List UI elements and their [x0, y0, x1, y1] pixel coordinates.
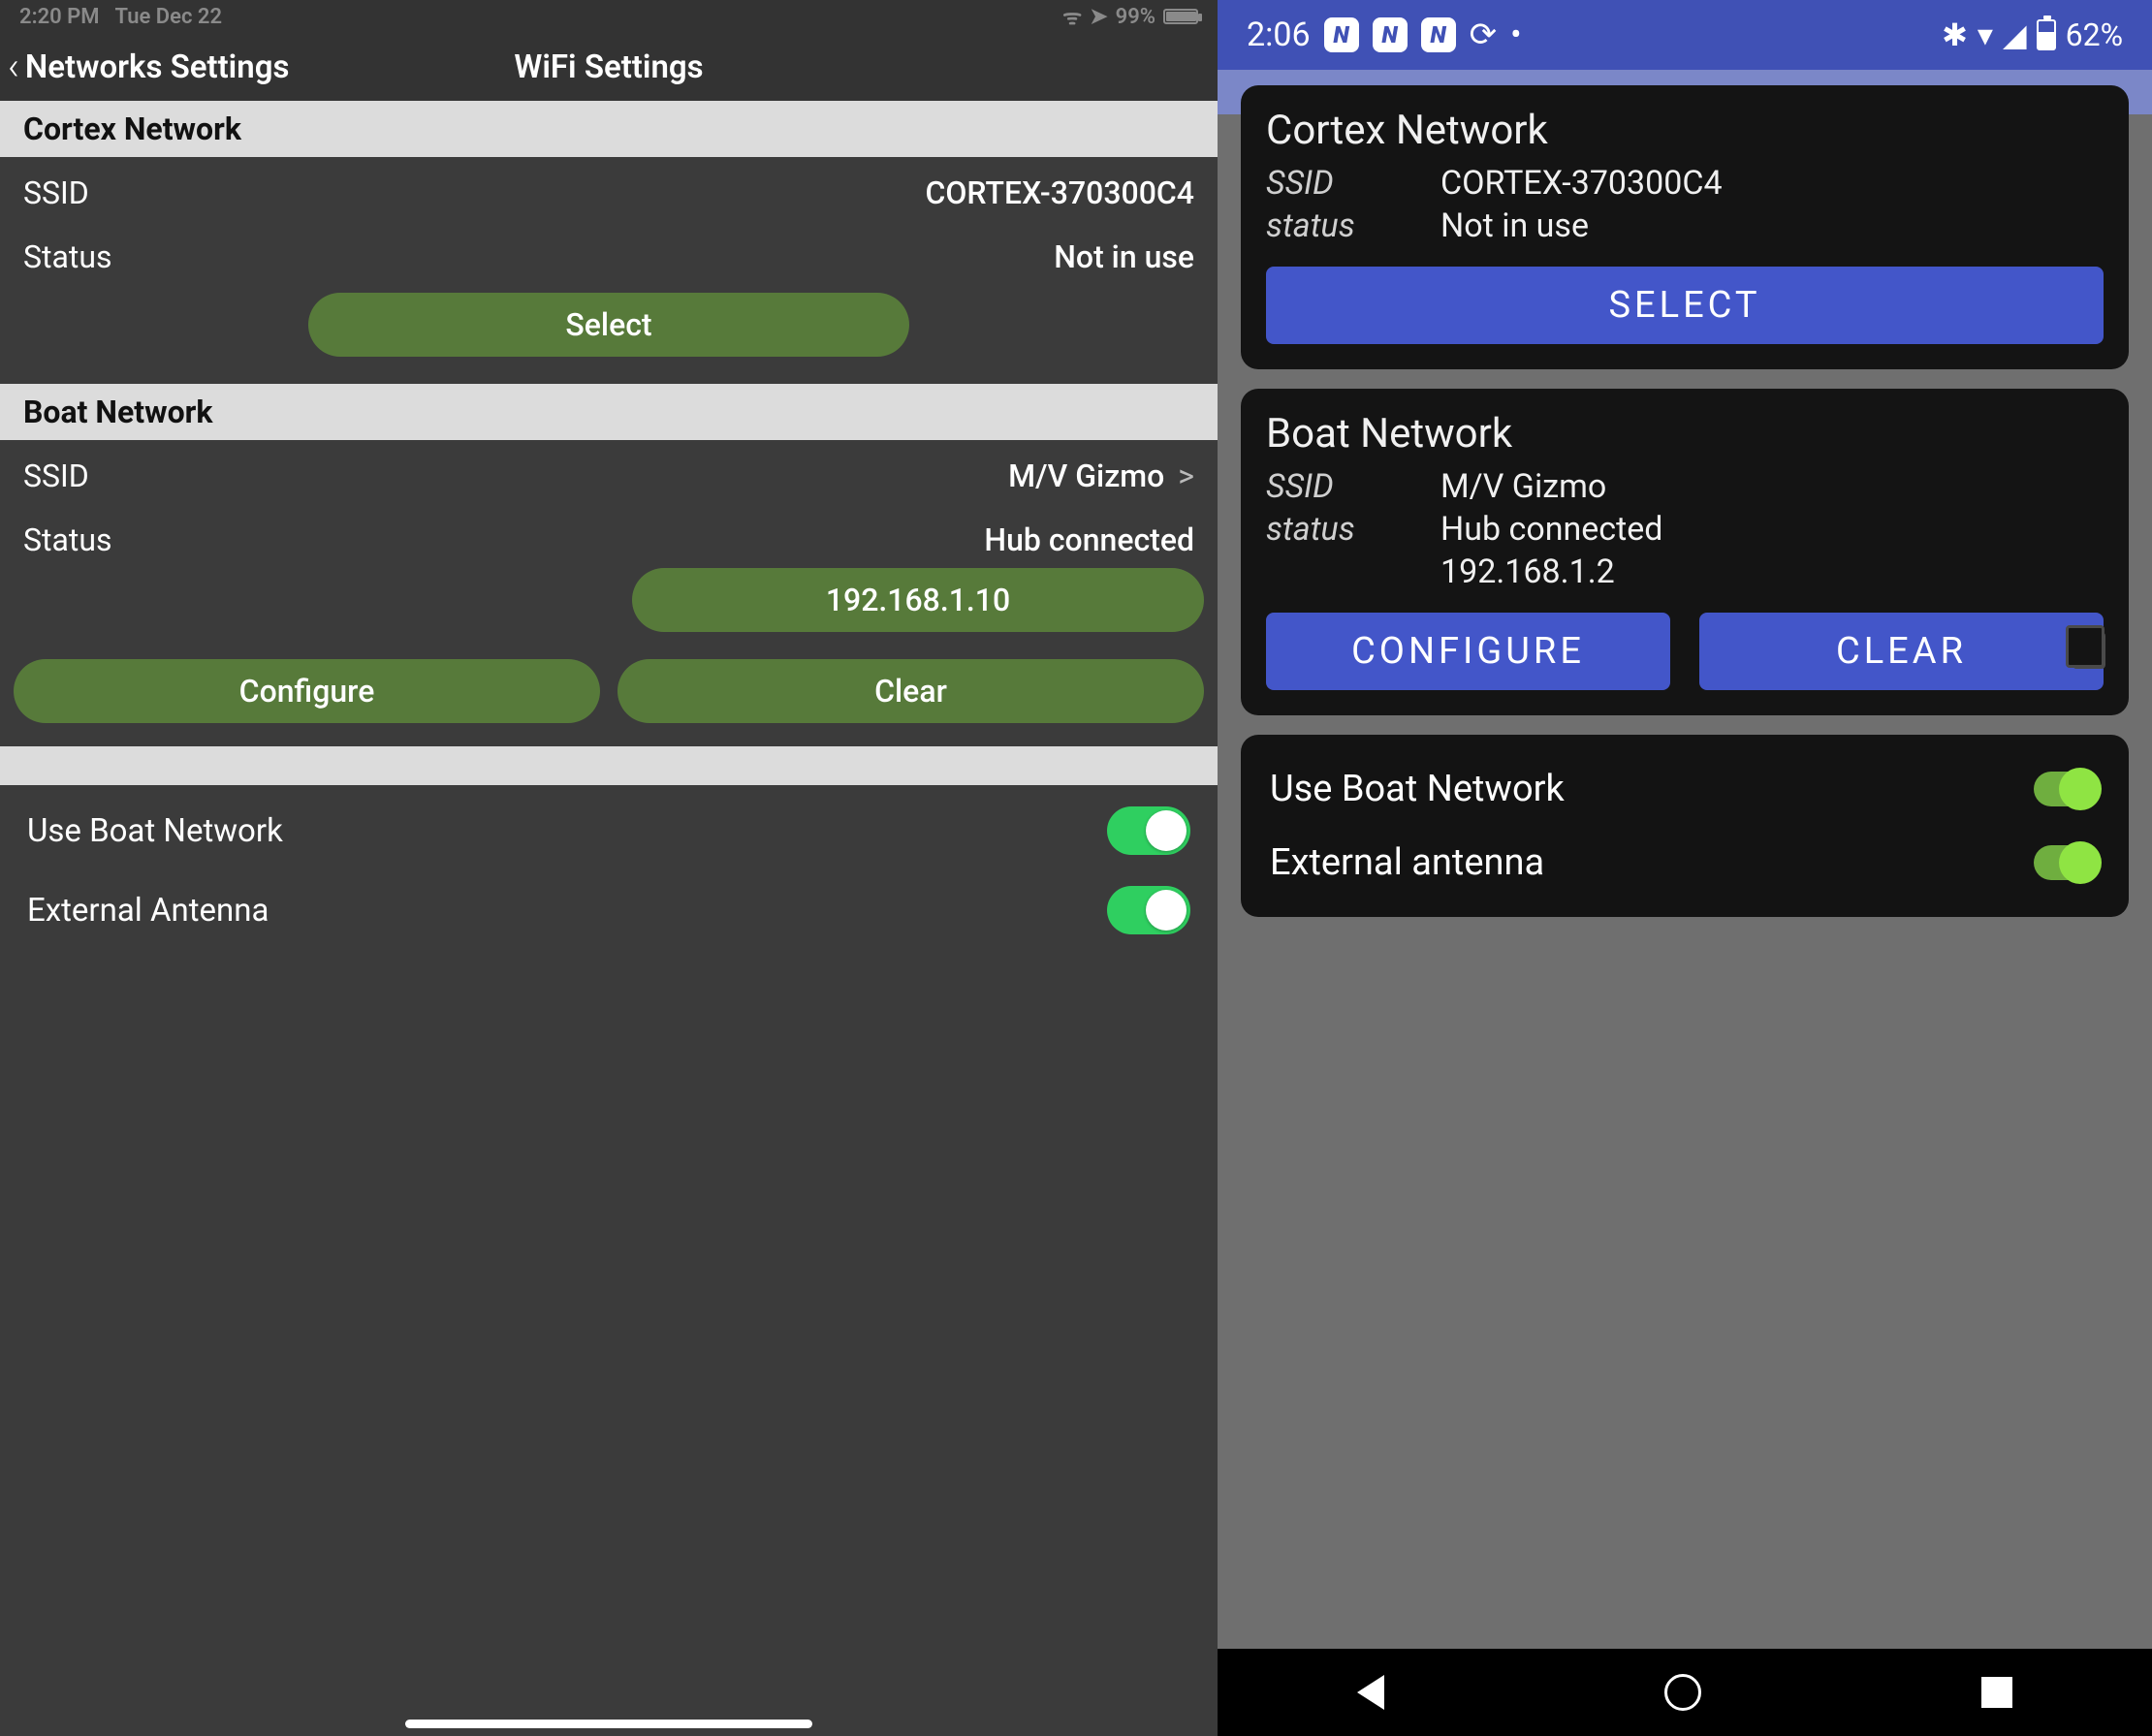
wifi-icon: ▾ — [1978, 16, 1993, 53]
navbar: ‹ Networks Settings WiFi Settings — [0, 33, 1218, 101]
nav-back-icon[interactable] — [1357, 1675, 1384, 1710]
location-icon: ➤ — [1090, 5, 1107, 29]
app-notification-icon: N — [1324, 17, 1359, 52]
status-label: Status — [23, 521, 112, 558]
android-status-bar: 2:06 N N N ⟳ • ✱ ▾ ◢ 62% — [1218, 0, 2152, 70]
cortex-status-row: Status Not in use — [0, 221, 1218, 285]
boat-ip-value: 192.168.1.2 — [1440, 552, 1615, 591]
boat-ip-row: 192.168.1.2 — [1266, 552, 2104, 591]
section-divider — [0, 746, 1218, 785]
cortex-card: Cortex Network SSID CORTEX-370300C4 stat… — [1241, 85, 2129, 369]
cortex-select-button[interactable]: SELECT — [1266, 267, 2104, 344]
boat-status-row: Status Hub connected — [0, 504, 1218, 568]
configure-button[interactable]: CONFIGURE — [1266, 613, 1670, 690]
external-antenna-label: External antenna — [1270, 841, 1544, 884]
cortex-card-title: Cortex Network — [1266, 107, 2104, 154]
use-boat-network-label: Use Boat Network — [1270, 768, 1565, 810]
cortex-ssid-value: CORTEX-370300C4 — [925, 174, 1194, 211]
chevron-right-icon: > — [1170, 458, 1194, 494]
chevron-left-icon: ‹ — [8, 47, 19, 86]
sync-icon: ⟳ — [1470, 16, 1498, 54]
boat-section: SSID M/V Gizmo > Status Hub connected 19… — [0, 440, 1218, 746]
status-label: status — [1266, 206, 1402, 245]
app-notification-icon: N — [1373, 17, 1408, 52]
use-boat-network-row: Use Boat Network — [0, 785, 1218, 876]
clear-button[interactable]: Clear — [617, 659, 1204, 723]
status-time: 2:06 — [1247, 16, 1311, 54]
status-battery-pct: 99% — [1116, 5, 1155, 29]
external-antenna-row: External antenna — [1266, 826, 2104, 900]
cortex-status-row: status Not in use — [1266, 206, 2104, 245]
status-battery-pct: 62% — [2066, 16, 2123, 53]
empty-space — [0, 956, 1218, 1736]
signal-icon: ◢ — [2003, 16, 2027, 53]
ipad-status-bar: 2:20 PM Tue Dec 22 ᯤ ➤ 99% — [0, 0, 1218, 33]
battery-icon — [2037, 19, 2056, 50]
ssid-label: SSID — [23, 174, 89, 211]
configure-button[interactable]: Configure — [14, 659, 600, 723]
battery-icon — [1163, 9, 1198, 24]
external-antenna-switch[interactable] — [2034, 845, 2100, 880]
boat-ssid-row: SSID M/V Gizmo — [1266, 467, 2104, 506]
cortex-status-value: Not in use — [1054, 238, 1194, 275]
android-pane: 2:06 N N N ⟳ • ✱ ▾ ◢ 62% Cortex Network … — [1218, 0, 2152, 1736]
boat-section-header: Boat Network — [0, 384, 1218, 440]
boat-ssid-row[interactable]: SSID M/V Gizmo > — [0, 440, 1218, 504]
android-navbar — [1218, 1649, 2152, 1736]
boat-status-value: Hub connected — [984, 521, 1194, 558]
nav-recent-icon[interactable] — [1981, 1677, 2012, 1708]
status-date: Tue Dec 22 — [115, 5, 223, 29]
page-title: WiFi Settings — [514, 48, 703, 86]
ssid-label: SSID — [23, 458, 89, 494]
status-time: 2:20 PM — [19, 5, 100, 29]
toggles-card: Use Boat Network External antenna — [1241, 735, 2129, 917]
cortex-select-button[interactable]: Select — [308, 293, 909, 357]
dialog-scrim: Cortex Network SSID CORTEX-370300C4 stat… — [1218, 114, 2152, 1649]
use-boat-network-switch[interactable] — [2034, 772, 2100, 806]
status-label: status — [1266, 510, 1402, 549]
boat-ssid-value: M/V Gizmo > — [1008, 458, 1194, 494]
clear-button[interactable]: CLEAR — [1699, 613, 2104, 690]
boat-status-row: status Hub connected — [1266, 510, 2104, 549]
home-indicator[interactable] — [405, 1720, 812, 1728]
more-icon: • — [1510, 16, 1521, 54]
back-label: Networks Settings — [25, 48, 290, 86]
boat-ssid-value: M/V Gizmo — [1440, 467, 1606, 506]
cortex-ssid-value: CORTEX-370300C4 — [1440, 164, 1723, 203]
use-boat-network-row: Use Boat Network — [1266, 752, 2104, 826]
cortex-ssid-row: SSID CORTEX-370300C4 — [0, 157, 1218, 221]
status-label: Status — [23, 238, 112, 275]
external-antenna-switch[interactable] — [1107, 886, 1190, 934]
ipad-pane: 2:20 PM Tue Dec 22 ᯤ ➤ 99% ‹ Networks Se… — [0, 0, 1218, 1736]
ssid-label: SSID — [1266, 467, 1402, 506]
app-notification-icon: N — [1421, 17, 1456, 52]
bluetooth-icon: ✱ — [1942, 16, 1968, 53]
cortex-section: SSID CORTEX-370300C4 Status Not in use S… — [0, 157, 1218, 384]
copy-icon[interactable] — [2073, 632, 2105, 669]
use-boat-network-label: Use Boat Network — [27, 812, 283, 850]
nav-home-icon[interactable] — [1664, 1674, 1701, 1711]
back-button[interactable]: ‹ Networks Settings — [8, 47, 289, 86]
use-boat-network-switch[interactable] — [1107, 806, 1190, 855]
boat-ip-button[interactable]: 192.168.1.10 — [632, 568, 1204, 632]
cortex-section-header: Cortex Network — [0, 101, 1218, 157]
ssid-label: SSID — [1266, 164, 1402, 203]
boat-status-value: Hub connected — [1440, 510, 1662, 549]
cortex-status-value: Not in use — [1440, 206, 1589, 245]
external-antenna-row: External Antenna — [0, 876, 1218, 956]
boat-card-title: Boat Network — [1266, 410, 2104, 458]
cortex-ssid-row: SSID CORTEX-370300C4 — [1266, 164, 2104, 203]
boat-card: Boat Network SSID M/V Gizmo status Hub c… — [1241, 389, 2129, 715]
wifi-icon: ᯤ — [1062, 2, 1082, 31]
external-antenna-label: External Antenna — [27, 892, 269, 930]
